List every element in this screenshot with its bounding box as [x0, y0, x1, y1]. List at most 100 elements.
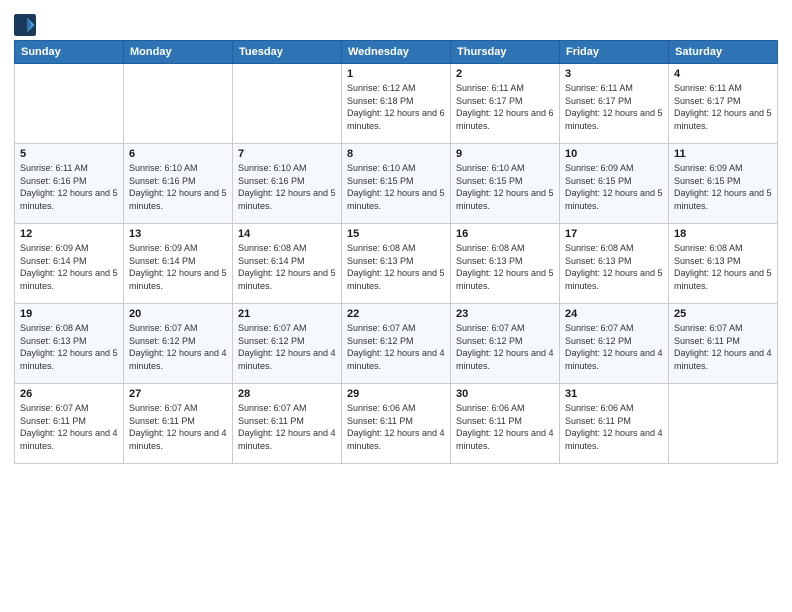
- day-cell-25: 25Sunrise: 6:07 AM Sunset: 6:11 PM Dayli…: [669, 304, 778, 384]
- day-cell-21: 21 Sunrise: 6:07 AM Sunset: 6:12 PM Dayli…: [233, 304, 342, 384]
- day-detail: Sunrise: 6:10 AM Sunset: 6:15 PM Dayligh…: [347, 162, 445, 212]
- day-number: 18: [674, 228, 772, 240]
- day-cell-28: 28 Sunrise: 6:07 AM Sunset: 6:11 PM Dayli…: [233, 384, 342, 464]
- day-number: 26: [20, 388, 118, 400]
- day-detail: Sunrise: 6:10 AM Sunset: 6:16 PM Dayligh…: [129, 162, 227, 212]
- calendar-body: 1 Sunrise: 6:12 AM Sunset: 6:18 PM Daylig…: [15, 64, 778, 464]
- day-cell-7: 7 Sunrise: 6:10 AM Sunset: 6:16 PM Daylig…: [233, 144, 342, 224]
- header-day-thursday: Thursday: [451, 41, 560, 64]
- logo: [14, 14, 40, 36]
- day-number: 7: [238, 148, 336, 160]
- day-cell-26: 26Sunrise: 6:07 AM Sunset: 6:11 PM Dayli…: [15, 384, 124, 464]
- day-number: 1: [347, 68, 445, 80]
- day-number: 17: [565, 228, 663, 240]
- day-detail: Sunrise: 6:07 AM Sunset: 6:11 PM Dayligh…: [129, 402, 227, 452]
- day-number: 28: [238, 388, 336, 400]
- header: [14, 10, 778, 36]
- day-number: 11: [674, 148, 772, 160]
- header-day-sunday: Sunday: [15, 41, 124, 64]
- day-cell-20: 20Sunrise: 6:07 AM Sunset: 6:12 PM Dayli…: [124, 304, 233, 384]
- day-detail: Sunrise: 6:10 AM Sunset: 6:16 PM Dayligh…: [238, 162, 336, 212]
- day-cell-11: 11 Sunrise: 6:09 AM Sunset: 6:15 PM Dayli…: [669, 144, 778, 224]
- day-number: 3: [565, 68, 663, 80]
- day-detail: Sunrise: 6:08 AM Sunset: 6:13 PM Dayligh…: [565, 242, 663, 292]
- week-row-2: 5 Sunrise: 6:11 AM Sunset: 6:16 PM Daylig…: [15, 144, 778, 224]
- day-number: 22: [347, 308, 445, 320]
- empty-cell: [15, 64, 124, 144]
- day-number: 21: [238, 308, 336, 320]
- day-cell-1: 1 Sunrise: 6:12 AM Sunset: 6:18 PM Daylig…: [342, 64, 451, 144]
- day-cell-24: 24Sunrise: 6:07 AM Sunset: 6:12 PM Dayli…: [560, 304, 669, 384]
- week-row-3: 12 Sunrise: 6:09 AM Sunset: 6:14 PM Dayli…: [15, 224, 778, 304]
- day-cell-27: 27 Sunrise: 6:07 AM Sunset: 6:11 PM Dayli…: [124, 384, 233, 464]
- day-cell-19: 19 Sunrise: 6:08 AM Sunset: 6:13 PM Dayli…: [15, 304, 124, 384]
- day-number: 12: [20, 228, 118, 240]
- day-detail: Sunrise: 6:09 AM Sunset: 6:14 PM Dayligh…: [129, 242, 227, 292]
- header-day-wednesday: Wednesday: [342, 41, 451, 64]
- empty-cell: [233, 64, 342, 144]
- day-detail: Sunrise: 6:11 AM Sunset: 6:17 PM Dayligh…: [565, 82, 663, 132]
- header-day-friday: Friday: [560, 41, 669, 64]
- day-detail: Sunrise: 6:07 AM Sunset: 6:12 PM Dayligh…: [347, 322, 445, 372]
- day-detail: Sunrise: 6:09 AM Sunset: 6:15 PM Dayligh…: [674, 162, 772, 212]
- day-detail: Sunrise: 6:11 AM Sunset: 6:17 PM Dayligh…: [674, 82, 772, 132]
- day-detail: Sunrise: 6:08 AM Sunset: 6:13 PM Dayligh…: [674, 242, 772, 292]
- day-number: 10: [565, 148, 663, 160]
- day-cell-22: 22 Sunrise: 6:07 AM Sunset: 6:12 PM Dayli…: [342, 304, 451, 384]
- header-row: SundayMondayTuesdayWednesdayThursdayFrid…: [15, 41, 778, 64]
- day-cell-5: 5 Sunrise: 6:11 AM Sunset: 6:16 PM Daylig…: [15, 144, 124, 224]
- day-detail: Sunrise: 6:06 AM Sunset: 6:11 PM Dayligh…: [347, 402, 445, 452]
- day-number: 20: [129, 308, 227, 320]
- day-number: 6: [129, 148, 227, 160]
- day-detail: Sunrise: 6:08 AM Sunset: 6:14 PM Dayligh…: [238, 242, 336, 292]
- day-number: 30: [456, 388, 554, 400]
- day-cell-16: 16 Sunrise: 6:08 AM Sunset: 6:13 PM Dayli…: [451, 224, 560, 304]
- day-number: 2: [456, 68, 554, 80]
- day-detail: Sunrise: 6:08 AM Sunset: 6:13 PM Dayligh…: [347, 242, 445, 292]
- day-detail: Sunrise: 6:08 AM Sunset: 6:13 PM Dayligh…: [456, 242, 554, 292]
- header-day-saturday: Saturday: [669, 41, 778, 64]
- day-cell-15: 15 Sunrise: 6:08 AM Sunset: 6:13 PM Dayli…: [342, 224, 451, 304]
- day-detail: Sunrise: 6:11 AM Sunset: 6:16 PM Dayligh…: [20, 162, 118, 212]
- day-number: 5: [20, 148, 118, 160]
- day-number: 15: [347, 228, 445, 240]
- day-number: 4: [674, 68, 772, 80]
- day-cell-4: 4 Sunrise: 6:11 AM Sunset: 6:17 PM Daylig…: [669, 64, 778, 144]
- day-number: 16: [456, 228, 554, 240]
- week-row-5: 26 Sunrise: 6:07 AM Sunset: 6:11 PM Dayli…: [15, 384, 778, 464]
- day-cell-10: 10Sunrise: 6:09 AM Sunset: 6:15 PM Dayli…: [560, 144, 669, 224]
- day-cell-9: 9Sunrise: 6:10 AM Sunset: 6:15 PM Daylig…: [451, 144, 560, 224]
- empty-cell: [124, 64, 233, 144]
- day-cell-18: 18 Sunrise: 6:08 AM Sunset: 6:13 PM Dayli…: [669, 224, 778, 304]
- day-detail: Sunrise: 6:07 AM Sunset: 6:11 PM Dayligh…: [238, 402, 336, 452]
- empty-cell: [669, 384, 778, 464]
- calendar-table: SundayMondayTuesdayWednesdayThursdayFrid…: [14, 40, 778, 464]
- day-number: 14: [238, 228, 336, 240]
- day-number: 23: [456, 308, 554, 320]
- day-number: 27: [129, 388, 227, 400]
- day-cell-6: 6 Sunrise: 6:10 AM Sunset: 6:16 PM Daylig…: [124, 144, 233, 224]
- day-cell-14: 14 Sunrise: 6:08 AM Sunset: 6:14 PM Dayli…: [233, 224, 342, 304]
- day-detail: Sunrise: 6:07 AM Sunset: 6:12 PM Dayligh…: [456, 322, 554, 372]
- day-detail: Sunrise: 6:10 AM Sunset: 6:15 PM Dayligh…: [456, 162, 554, 212]
- day-detail: Sunrise: 6:07 AM Sunset: 6:12 PM Dayligh…: [565, 322, 663, 372]
- week-row-1: 1 Sunrise: 6:12 AM Sunset: 6:18 PM Daylig…: [15, 64, 778, 144]
- day-number: 19: [20, 308, 118, 320]
- day-detail: Sunrise: 6:08 AM Sunset: 6:13 PM Dayligh…: [20, 322, 118, 372]
- day-detail: Sunrise: 6:06 AM Sunset: 6:11 PM Dayligh…: [456, 402, 554, 452]
- day-detail: Sunrise: 6:07 AM Sunset: 6:12 PM Dayligh…: [238, 322, 336, 372]
- calendar-header: SundayMondayTuesdayWednesdayThursdayFrid…: [15, 41, 778, 64]
- day-cell-2: 2 Sunrise: 6:11 AM Sunset: 6:17 PM Daylig…: [451, 64, 560, 144]
- day-cell-17: 17 Sunrise: 6:08 AM Sunset: 6:13 PM Dayli…: [560, 224, 669, 304]
- day-detail: Sunrise: 6:09 AM Sunset: 6:14 PM Dayligh…: [20, 242, 118, 292]
- header-day-tuesday: Tuesday: [233, 41, 342, 64]
- day-number: 31: [565, 388, 663, 400]
- day-number: 8: [347, 148, 445, 160]
- day-number: 13: [129, 228, 227, 240]
- day-detail: Sunrise: 6:11 AM Sunset: 6:17 PM Dayligh…: [456, 82, 554, 132]
- logo-icon: [14, 14, 36, 36]
- day-detail: Sunrise: 6:12 AM Sunset: 6:18 PM Dayligh…: [347, 82, 445, 132]
- day-cell-31: 31Sunrise: 6:06 AM Sunset: 6:11 PM Dayli…: [560, 384, 669, 464]
- week-row-4: 19 Sunrise: 6:08 AM Sunset: 6:13 PM Dayli…: [15, 304, 778, 384]
- day-cell-12: 12 Sunrise: 6:09 AM Sunset: 6:14 PM Dayli…: [15, 224, 124, 304]
